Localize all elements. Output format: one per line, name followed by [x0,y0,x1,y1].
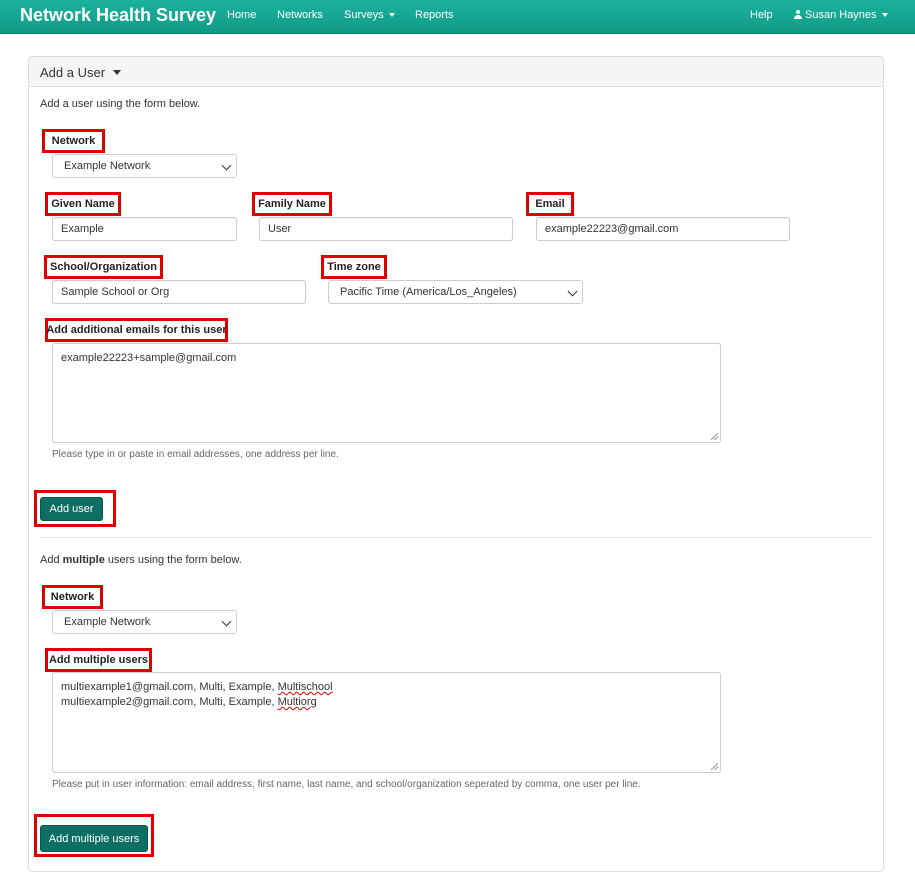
resize-handle-icon[interactable] [711,433,718,440]
user-menu[interactable]: Susan Haynes [794,9,888,21]
additional-emails-help: Please type in or paste in email address… [52,449,339,460]
add-user-button[interactable]: Add user [40,497,103,521]
multi-network-label: Network [42,585,103,609]
line1-prefix: multiexample1@gmail.com, Multi, Example, [61,681,278,693]
email-input[interactable]: example22223@gmail.com [536,217,790,241]
multi-network-select-value: Example Network [64,616,151,628]
single-intro: Add a user using the form below. [40,98,201,110]
given-name-input[interactable]: Example [52,217,237,241]
timezone-select-value: Pacific Time (America/Los_Angeles) [340,286,517,298]
nav-home[interactable]: Home [227,9,256,21]
multi-network-select[interactable]: Example Network [52,610,237,634]
multiple-users-line: multiexample1@gmail.com, Multi, Example,… [61,680,712,695]
multiple-intro-prefix: Add [40,554,63,566]
network-select-value: Example Network [64,160,151,172]
additional-emails-label: Add additional emails for this user [45,318,228,342]
panel-title: Add a User [40,65,106,80]
nav-surveys[interactable]: Surveys [344,9,395,21]
network-label: Network [42,129,105,153]
multiple-intro: Add multiple users using the form below. [40,554,242,566]
line2-word: Multiorg [277,696,317,708]
panel-heading[interactable]: Add a User [29,57,883,87]
user-name: Susan Haynes [805,9,877,21]
multiple-users-textarea[interactable]: multiexample1@gmail.com, Multi, Example,… [52,672,721,773]
caret-down-icon[interactable] [113,70,121,75]
timezone-select[interactable]: Pacific Time (America/Los_Angeles) [328,280,583,304]
chevron-down-icon [221,160,232,171]
multiple-intro-suffix: users using the form below. [104,554,242,566]
chevron-down-icon [388,13,395,18]
nav-surveys-label: Surveys [344,9,384,21]
email-label: Email [526,192,574,216]
chevron-down-icon [881,13,888,18]
family-name-label: Family Name [252,192,332,216]
multiple-users-line: multiexample2@gmail.com, Multi, Example,… [61,695,712,710]
given-name-label: Given Name [45,192,121,216]
line2-prefix: multiexample2@gmail.com, Multi, Example, [61,696,278,708]
multiple-users-help: Please put in user information: email ad… [52,779,641,790]
multiple-intro-bold: multiple [62,554,105,566]
chevron-down-icon [221,616,232,627]
family-name-input[interactable]: User [259,217,513,241]
top-navbar: Network Health Survey Home Networks Surv… [0,0,915,34]
multiple-users-label: Add multiple users [45,648,152,672]
nav-networks[interactable]: Networks [277,9,323,21]
user-icon [794,10,802,19]
add-multiple-users-button[interactable]: Add multiple users [40,825,148,852]
nav-help[interactable]: Help [750,9,773,21]
nav-reports[interactable]: Reports [415,9,454,21]
school-input[interactable]: Sample School or Org [52,280,306,304]
line1-word: Multischool [277,681,333,693]
chevron-down-icon [567,286,578,297]
resize-handle-icon[interactable] [711,763,718,770]
network-select[interactable]: Example Network [52,154,237,178]
brand-title[interactable]: Network Health Survey [20,5,216,26]
additional-emails-textarea[interactable]: example22223+sample@gmail.com [52,343,721,443]
timezone-label: Time zone [321,255,387,279]
school-label: School/Organization [44,255,163,279]
section-divider [40,537,872,538]
additional-emails-value: example22223+sample@gmail.com [61,352,237,364]
